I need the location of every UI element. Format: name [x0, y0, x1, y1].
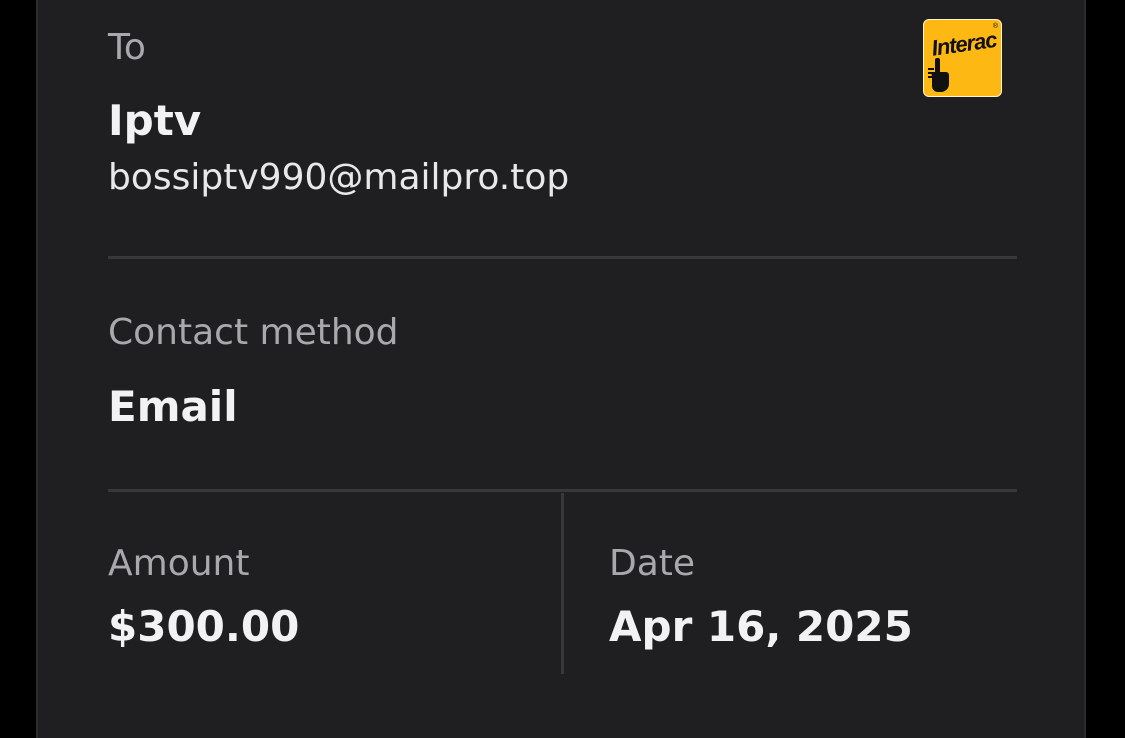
date-label: Date: [609, 543, 696, 584]
amount-label: Amount: [108, 543, 250, 584]
to-label: To: [108, 27, 146, 68]
date-value: Apr 16, 2025: [609, 602, 913, 651]
divider-vertical: [561, 493, 564, 674]
interac-logo-text: Interac: [930, 26, 999, 61]
divider-recipient: [108, 256, 1017, 259]
interac-hand-icon: [928, 58, 949, 92]
recipient-name: Iptv: [108, 96, 202, 145]
recipient-email: bossiptv990@mailpro.top: [108, 157, 570, 198]
amount-value: $300.00: [108, 602, 300, 651]
contact-method-value: Email: [108, 382, 238, 431]
contact-method-label: Contact method: [108, 312, 399, 353]
divider-contact: [108, 489, 1017, 492]
interac-logo: ® Interac: [923, 19, 1002, 97]
